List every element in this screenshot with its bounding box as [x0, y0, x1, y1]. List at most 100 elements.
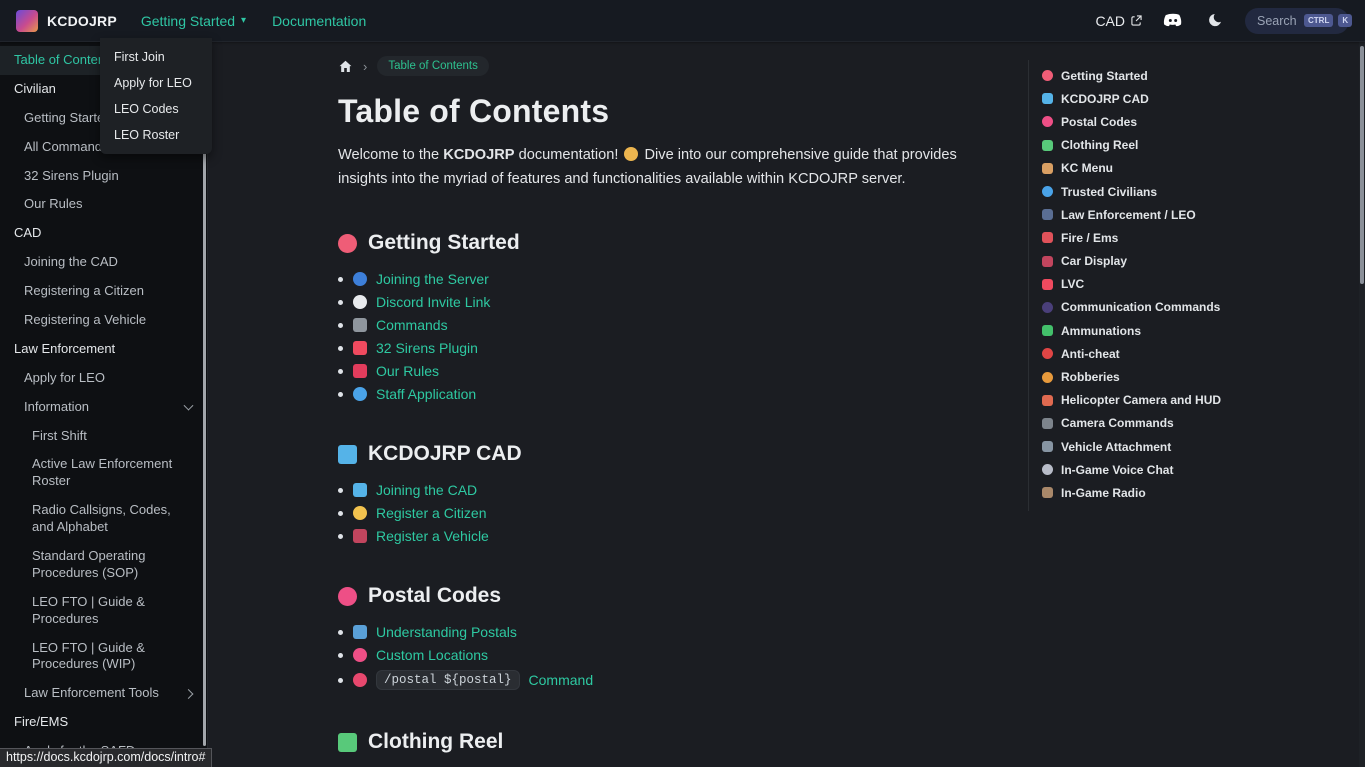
chevron-right-icon[interactable]: [184, 689, 194, 699]
toc-item-helicopter-camera-and-hud[interactable]: Helicopter Camera and HUD: [1042, 389, 1338, 412]
sidebar-item-leo-fto-guide-procedures-wip[interactable]: LEO FTO | Guide & Procedures (WIP): [0, 634, 207, 680]
toc-item-in-game-voice-chat[interactable]: In-Game Voice Chat: [1042, 458, 1338, 481]
sidebar-item-apply-for-leo[interactable]: Apply for LEO: [0, 364, 207, 393]
toc-item-label: LVC: [1061, 277, 1084, 291]
search-input[interactable]: [1257, 14, 1299, 28]
car-icon: [353, 529, 367, 543]
content-link-joining-the-server[interactable]: Joining the Server: [376, 271, 489, 287]
toc-item-trusted-civilians[interactable]: Trusted Civilians: [1042, 180, 1338, 203]
tshirt-icon: [338, 733, 357, 752]
content-link-commands[interactable]: Commands: [376, 317, 448, 333]
dropdown-item-first-join[interactable]: First Join: [100, 44, 212, 70]
toc-item-lvc[interactable]: LVC: [1042, 273, 1338, 296]
sidebar-item-label: First Shift: [32, 428, 87, 443]
toc-item-clothing-reel[interactable]: Clothing Reel: [1042, 134, 1338, 157]
section-list: Joining the CAD Register a Citizen Registe…: [338, 482, 1010, 544]
toc-item-label: Law Enforcement / LEO: [1061, 208, 1196, 222]
microphone-icon: [1042, 464, 1053, 475]
brand[interactable]: KCDOJRP: [16, 10, 117, 32]
sidebar-item-first-shift[interactable]: First Shift: [0, 422, 207, 451]
nav-item-getting-started[interactable]: Getting Started▾: [141, 13, 246, 29]
content-link-our-rules[interactable]: Our Rules: [376, 363, 439, 379]
breadcrumb-current[interactable]: Table of Contents: [377, 56, 489, 76]
sidebar-item-label: Registering a Vehicle: [24, 312, 146, 327]
content-link-discord-invite-link[interactable]: Discord Invite Link: [376, 294, 490, 310]
sections-container: Getting StartedJoining the ServerDiscord…: [338, 231, 1010, 767]
toc-item-postal-codes[interactable]: Postal Codes: [1042, 110, 1338, 133]
toc-item-label: Helicopter Camera and HUD: [1061, 393, 1221, 407]
sidebar-item-label: Getting Started: [24, 110, 111, 125]
content-link-joining-the-cad[interactable]: Joining the CAD: [376, 482, 477, 498]
content-link-staff-application[interactable]: Staff Application: [376, 386, 476, 402]
sidebar-item-registering-a-vehicle[interactable]: Registering a Vehicle: [0, 306, 207, 335]
toc-item-law-enforcement-leo[interactable]: Law Enforcement / LEO: [1042, 203, 1338, 226]
toc-item-kcdojrp-cad[interactable]: KCDOJRP CAD: [1042, 87, 1338, 110]
list-item: Staff Application: [338, 386, 1010, 402]
round-pushpin-icon: [1042, 116, 1053, 127]
toc-item-label: Camera Commands: [1061, 416, 1174, 430]
intro-bold: KCDOJRP: [443, 147, 514, 163]
rocket-icon: [338, 234, 357, 253]
nav-item-documentation[interactable]: Documentation: [272, 13, 366, 29]
discord-icon[interactable]: [1163, 13, 1183, 29]
toc-item-fire-ems[interactable]: Fire / Ems: [1042, 226, 1338, 249]
camera-icon: [1042, 418, 1053, 429]
bullet-icon: [338, 630, 343, 635]
doc-content: › Table of Contents Table of Contents We…: [338, 42, 1010, 767]
sidebar-item-joining-the-cad[interactable]: Joining the CAD: [0, 248, 207, 277]
cad-external-link[interactable]: CAD: [1095, 13, 1142, 29]
sidebar-item-our-rules[interactable]: Our Rules: [0, 190, 207, 219]
sidebar-item-law-enforcement-tools[interactable]: Law Enforcement Tools: [0, 679, 207, 708]
computer-icon: [1042, 93, 1053, 104]
list-item: Joining the Server: [338, 271, 1010, 287]
sidebar-category-cad: CAD: [0, 219, 207, 248]
sidebar-item-label: Standard Operating Procedures (SOP): [32, 548, 145, 580]
main-scrollbar-thumb[interactable]: [1360, 46, 1364, 284]
dropdown-item-leo-roster[interactable]: LEO Roster: [100, 122, 212, 148]
sidebar-item-active-law-enforcement-roster[interactable]: Active Law Enforcement Roster: [0, 450, 207, 496]
content-link-understanding-postals[interactable]: Understanding Postals: [376, 624, 517, 640]
section-title: Clothing Reel: [368, 730, 503, 754]
toc-item-in-game-radio[interactable]: In-Game Radio: [1042, 481, 1338, 504]
sidebar-item-label: Active Law Enforcement Roster: [32, 456, 172, 488]
home-icon[interactable]: [338, 59, 353, 74]
toc-item-vehicle-attachment[interactable]: Vehicle Attachment: [1042, 435, 1338, 458]
dropdown-item-leo-codes[interactable]: LEO Codes: [100, 96, 212, 122]
toc-item-label: KC Menu: [1061, 161, 1113, 175]
sidebar-item-label: All Commands: [24, 139, 109, 154]
sidebar-item-label: Information: [24, 399, 89, 414]
content-link-custom-locations[interactable]: Custom Locations: [376, 647, 488, 663]
toc-item-camera-commands[interactable]: Camera Commands: [1042, 412, 1338, 435]
chevron-down-icon[interactable]: [184, 401, 194, 411]
navbar-menu: Getting Started▾ Documentation: [141, 13, 366, 29]
dark-mode-toggle-moon-icon[interactable]: [1204, 13, 1224, 29]
truck-icon: [1042, 441, 1053, 452]
toc-item-label: In-Game Radio: [1061, 486, 1146, 500]
toc-item-label: Clothing Reel: [1061, 138, 1138, 152]
toc-item-communication-commands[interactable]: Communication Commands: [1042, 296, 1338, 319]
toc-item-kc-menu[interactable]: KC Menu: [1042, 157, 1338, 180]
content-link-32-sirens-plugin[interactable]: 32 Sirens Plugin: [376, 340, 478, 356]
computer-icon: [338, 445, 357, 464]
sidebar-item-registering-a-citizen[interactable]: Registering a Citizen: [0, 277, 207, 306]
content-link-command[interactable]: Command: [529, 672, 594, 688]
toc-item-car-display[interactable]: Car Display: [1042, 250, 1338, 273]
sidebar-item-leo-fto-guide-procedures[interactable]: LEO FTO | Guide & Procedures: [0, 588, 207, 634]
toc-item-anti-cheat[interactable]: Anti-cheat: [1042, 342, 1338, 365]
toc-item-getting-started[interactable]: Getting Started: [1042, 64, 1338, 87]
sidebar-item-information[interactable]: Information: [0, 393, 207, 422]
content-link-register-a-citizen[interactable]: Register a Citizen: [376, 505, 487, 521]
toc-item-robberies[interactable]: Robberies: [1042, 365, 1338, 388]
bullet-icon: [338, 323, 343, 328]
toc-item-ammunations[interactable]: Ammunations: [1042, 319, 1338, 342]
sidebar-item-standard-operating-procedures-sop[interactable]: Standard Operating Procedures (SOP): [0, 542, 207, 588]
sidebar-scrollbar[interactable]: [203, 140, 206, 746]
list-item: Commands: [338, 317, 1010, 333]
search-box[interactable]: CTRL K: [1245, 8, 1349, 34]
content-link-register-a-vehicle[interactable]: Register a Vehicle: [376, 528, 489, 544]
sidebar-item-radio-callsigns-codes-and-alphabet[interactable]: Radio Callsigns, Codes, and Alphabet: [0, 496, 207, 542]
dropdown-item-apply-for-leo[interactable]: Apply for LEO: [100, 70, 212, 96]
section-list: Joining the Server Discord Invite Link Com…: [338, 271, 1010, 402]
bullet-icon: [338, 511, 343, 516]
sidebar-item-32-sirens-plugin[interactable]: 32 Sirens Plugin: [0, 162, 207, 191]
